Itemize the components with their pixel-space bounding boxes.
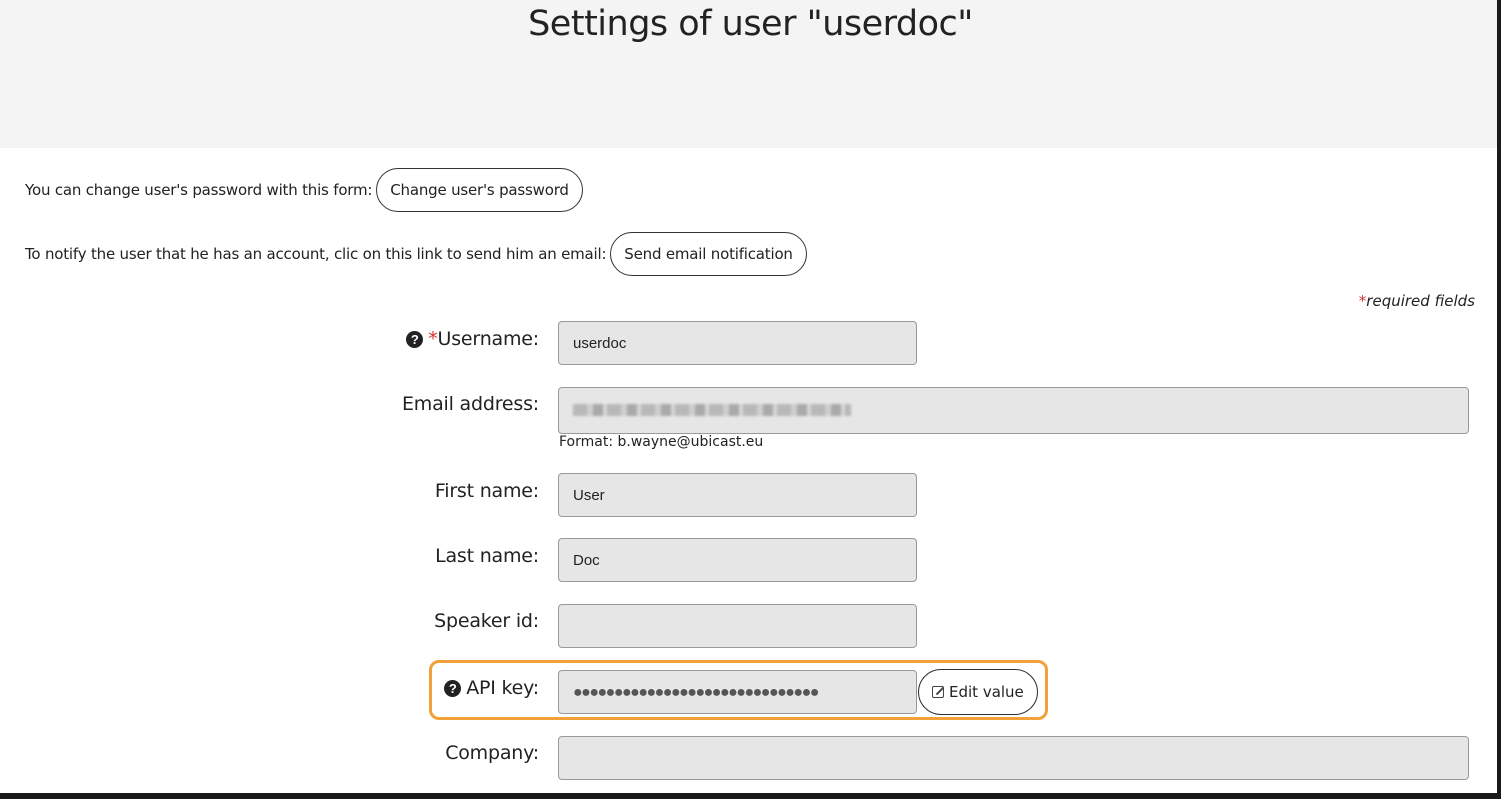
company-label: Company:: [445, 742, 539, 764]
last-name-label: Last name:: [435, 545, 539, 567]
company-input[interactable]: [558, 736, 1469, 780]
last-name-input[interactable]: Doc: [558, 538, 917, 582]
speaker-id-label: Speaker id:: [434, 610, 539, 632]
api-key-input[interactable]: ●●●●●●●●●●●●●●●●●●●●●●●●●●●●●●: [558, 670, 917, 714]
edit-value-label: Edit value: [949, 683, 1024, 701]
password-text: You can change user's password with this…: [25, 181, 373, 199]
username-required-star: *: [428, 328, 438, 350]
page-header: Settings of user "userdoc": [0, 0, 1497, 148]
notify-line: To notify the user that he has an accoun…: [25, 232, 807, 276]
first-name-input[interactable]: User: [558, 473, 917, 517]
email-input[interactable]: [558, 387, 1469, 434]
api-key-label: ? API key:: [444, 677, 539, 699]
username-input[interactable]: userdoc: [558, 321, 917, 365]
email-label-text: Email address:: [401, 393, 539, 415]
username-label: ? * Username:: [406, 328, 539, 350]
settings-page: Settings of user "userdoc" You can chang…: [0, 0, 1497, 793]
email-format-help: Format: b.wayne@ubicast.eu: [559, 434, 764, 450]
email-label: Email address:: [402, 393, 539, 415]
speaker-id-input[interactable]: [558, 604, 917, 648]
password-line: You can change user's password with this…: [25, 168, 583, 212]
edit-square-icon: [932, 686, 944, 698]
required-fields-note: *required fields: [1359, 292, 1475, 310]
username-label-text: Username:: [437, 328, 540, 350]
last-name-label-text: Last name:: [435, 545, 539, 567]
speaker-id-label-text: Speaker id:: [434, 610, 539, 632]
first-name-label: First name:: [435, 480, 539, 502]
page-title: Settings of user "userdoc": [528, 4, 973, 44]
question-circle-icon[interactable]: ?: [406, 330, 424, 348]
notify-text: To notify the user that he has an accoun…: [25, 245, 607, 263]
company-label-text: Company:: [445, 742, 539, 764]
edit-value-button[interactable]: Edit value: [918, 669, 1038, 715]
first-name-label-text: First name:: [434, 480, 539, 502]
question-circle-icon[interactable]: ?: [444, 679, 462, 697]
send-email-notification-button[interactable]: Send email notification: [610, 232, 807, 276]
redacted-email-value: [573, 404, 851, 416]
required-fields-text: required fields: [1366, 292, 1475, 310]
api-key-label-text: API key:: [466, 677, 539, 699]
api-key-masked-value: ●●●●●●●●●●●●●●●●●●●●●●●●●●●●●●: [573, 684, 819, 701]
change-password-button[interactable]: Change user's password: [376, 168, 583, 212]
